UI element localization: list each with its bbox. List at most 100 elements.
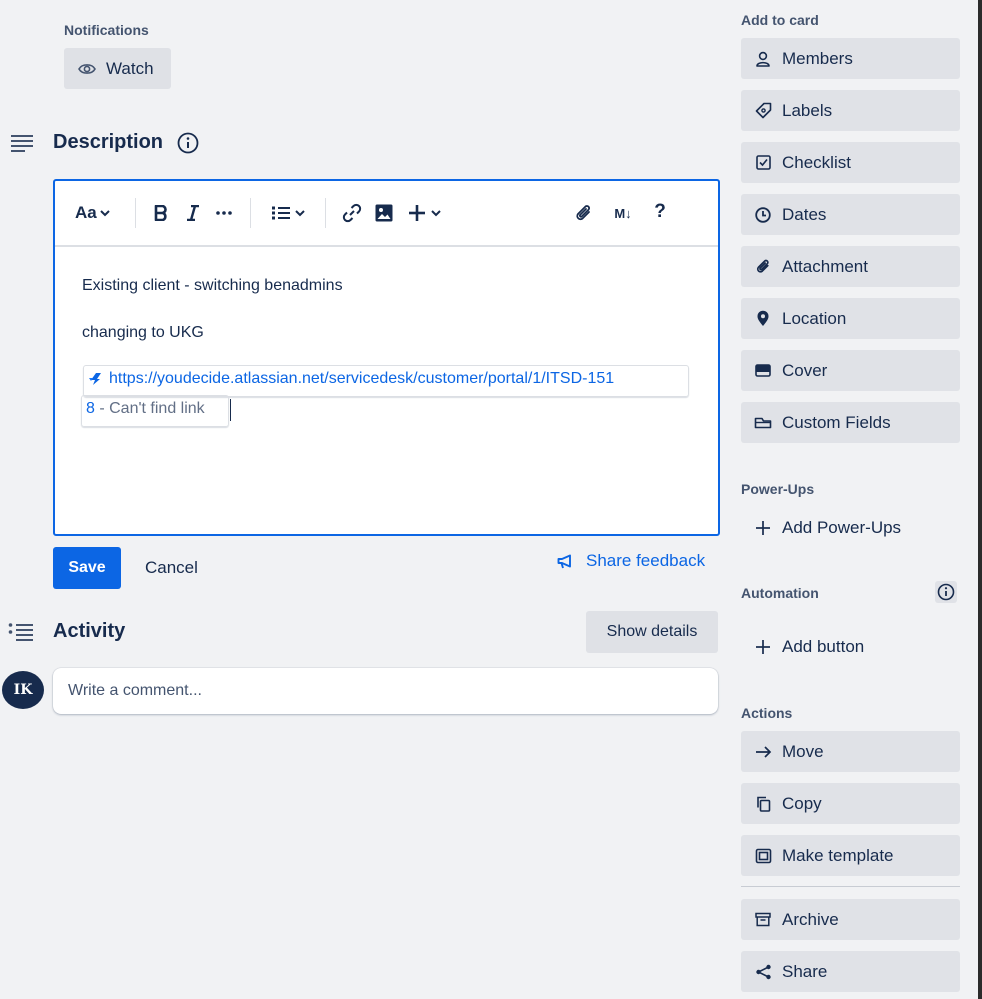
person-icon [752, 51, 774, 67]
add-to-card-label: Add to card [741, 12, 819, 28]
cancel-button[interactable]: Cancel [145, 558, 198, 578]
description-editor[interactable]: Aa M↓ ? Existing client - switching bena… [53, 179, 720, 536]
actions-divider [741, 886, 960, 887]
archive-label: Archive [782, 909, 839, 929]
plus-icon [752, 520, 774, 536]
custom-fields-button[interactable]: Custom Fields [741, 402, 960, 443]
help-icon[interactable]: ? [651, 200, 669, 224]
show-details-button[interactable]: Show details [586, 611, 718, 653]
chevron-down-icon [294, 209, 305, 217]
labels-label: Labels [782, 100, 833, 120]
copy-icon [752, 796, 774, 812]
inline-smart-link-continued[interactable]: 8 - Can't find link [86, 400, 205, 418]
plus-icon [408, 204, 426, 222]
description-paragraph: Existing client - switching benadmins [82, 277, 343, 294]
paperclip-icon[interactable] [573, 202, 595, 224]
custom-fields-label: Custom Fields [782, 412, 891, 432]
make-template-button[interactable]: Make template [741, 835, 960, 876]
inline-smart-link[interactable]: https://youdecide.atlassian.net/serviced… [87, 370, 614, 388]
text-cursor [230, 399, 231, 421]
description-icon [10, 133, 34, 158]
info-icon[interactable] [935, 581, 957, 608]
activity-title: Activity [53, 620, 126, 642]
actions-label: Actions [741, 705, 793, 721]
plus-icon [752, 639, 774, 655]
jira-service-management-icon [87, 372, 105, 386]
attachment-label: Attachment [782, 256, 868, 276]
save-button[interactable]: Save [53, 547, 121, 589]
copy-button[interactable]: Copy [741, 783, 960, 824]
image-icon[interactable] [373, 203, 395, 223]
bullet-list-dropdown[interactable] [267, 203, 309, 223]
activity-icon [8, 622, 34, 647]
megaphone-icon [557, 554, 574, 569]
italic-icon[interactable] [184, 202, 202, 224]
cover-label: Cover [782, 360, 828, 380]
toolbar-divider [250, 198, 251, 228]
link-icon[interactable] [341, 203, 363, 223]
add-automation-button[interactable]: Add button [741, 626, 960, 667]
make-template-label: Make template [782, 845, 894, 865]
watch-label: Watch [106, 58, 154, 78]
text-style-dropdown[interactable]: Aa [75, 201, 110, 225]
inline-link-url: https://youdecide.atlassian.net/serviced… [109, 370, 615, 387]
members-label: Members [782, 48, 853, 68]
inline-link-title: - Can't find link [94, 400, 205, 417]
text-style-label: Aa [75, 203, 97, 222]
tag-icon [752, 102, 774, 119]
attachment-button[interactable]: Attachment [741, 246, 960, 287]
editor-toolbar: Aa M↓ ? [55, 181, 718, 247]
info-icon[interactable] [177, 132, 199, 159]
more-formatting-icon[interactable] [214, 207, 234, 219]
toolbar-divider [135, 198, 136, 228]
share-feedback-link[interactable]: Share feedback [557, 551, 705, 571]
location-pin-icon [752, 310, 774, 327]
add-power-ups-label: Add Power-Ups [782, 517, 902, 537]
power-ups-label: Power-Ups [741, 481, 815, 497]
description-paragraph: changing to UKG [82, 324, 204, 341]
archive-button[interactable]: Archive [741, 899, 960, 940]
checkbox-icon [752, 155, 774, 170]
custom-field-icon [752, 417, 774, 429]
insert-dropdown[interactable] [404, 201, 444, 225]
comment-input[interactable]: Write a comment... [53, 668, 718, 714]
move-label: Move [782, 741, 824, 761]
automation-label: Automation [741, 585, 819, 601]
window-edge [978, 0, 982, 999]
share-feedback-label: Share feedback [586, 551, 706, 570]
description-title: Description [53, 131, 164, 153]
cover-button[interactable]: Cover [741, 350, 960, 391]
eye-icon [78, 62, 96, 76]
markdown-icon[interactable]: M↓ [609, 203, 637, 223]
toolbar-divider [325, 198, 326, 228]
labels-button[interactable]: Labels [741, 90, 960, 131]
avatar[interactable]: IK [2, 671, 44, 709]
card-cover-icon [752, 364, 774, 377]
location-label: Location [782, 308, 847, 328]
bold-icon[interactable] [152, 202, 170, 224]
copy-label: Copy [782, 793, 822, 813]
watch-button[interactable]: Watch [64, 48, 171, 89]
chevron-down-icon [100, 209, 110, 217]
checklist-label: Checklist [782, 152, 851, 172]
share-label: Share [782, 961, 828, 981]
inline-link-url-end: 8 [86, 400, 95, 417]
dates-button[interactable]: Dates [741, 194, 960, 235]
members-button[interactable]: Members [741, 38, 960, 79]
clock-icon [752, 206, 774, 223]
template-icon [752, 848, 774, 864]
bullet-list-icon [271, 206, 290, 220]
dates-label: Dates [782, 204, 827, 224]
move-button[interactable]: Move [741, 731, 960, 772]
share-button[interactable]: Share [741, 951, 960, 992]
location-button[interactable]: Location [741, 298, 960, 339]
share-icon [752, 964, 774, 980]
add-power-ups-button[interactable]: Add Power-Ups [741, 507, 960, 548]
chevron-down-icon [430, 209, 441, 217]
notifications-label: Notifications [64, 22, 149, 38]
checklist-button[interactable]: Checklist [741, 142, 960, 183]
paperclip-icon [752, 258, 774, 275]
archive-icon [752, 912, 774, 927]
add-button-label: Add button [782, 636, 865, 656]
arrow-right-icon [752, 745, 774, 759]
